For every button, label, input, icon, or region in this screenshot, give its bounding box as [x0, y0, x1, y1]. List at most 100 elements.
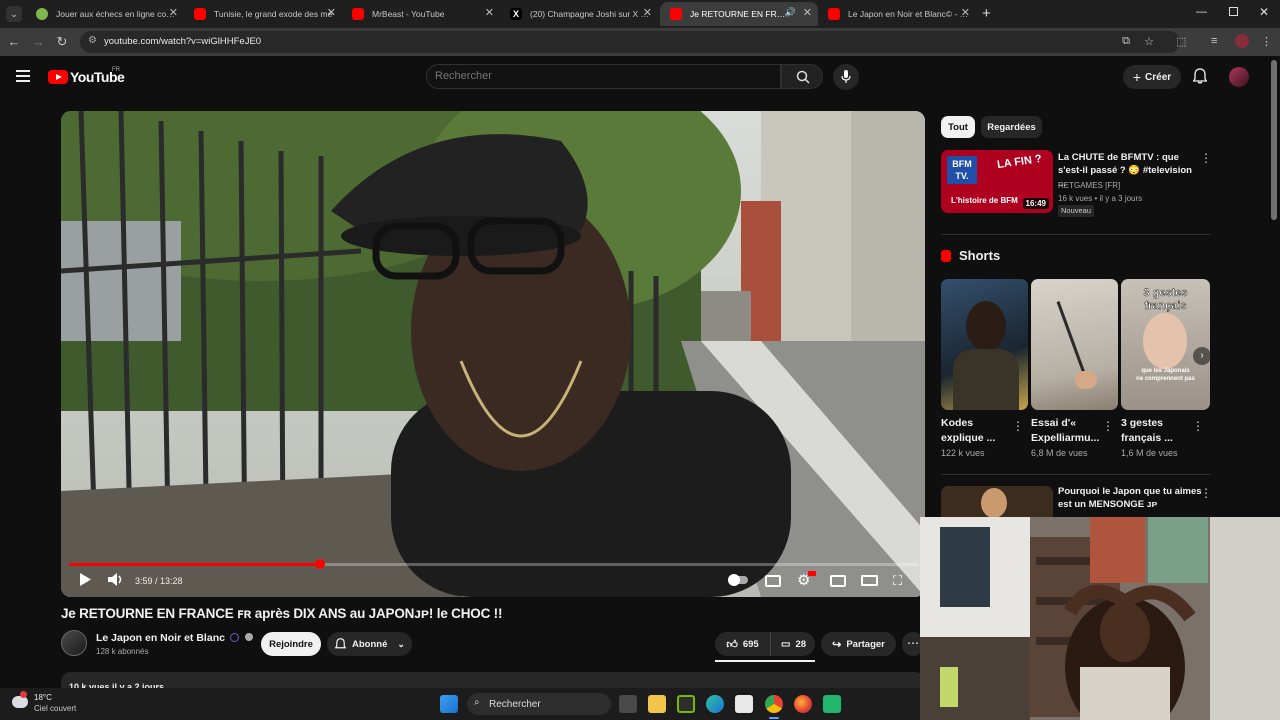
address-bar[interactable]: ⚙ youtube.com/watch?v=wiGlHHFeJE0 ⧉ ☆	[80, 31, 1180, 53]
autoplay-toggle[interactable]	[728, 574, 748, 586]
short-person	[966, 301, 1006, 351]
short-thumbnail[interactable]	[941, 279, 1028, 410]
progress-scrubber[interactable]	[315, 559, 325, 569]
video-player[interactable]: 3:59 / 13:28 ⚙ ⛶	[61, 111, 925, 597]
short-title[interactable]: Kodes explique ...	[941, 416, 1011, 446]
channel-avatar[interactable]	[61, 630, 87, 656]
rec-channel[interactable]: RETGAMES [FR]	[1058, 180, 1120, 191]
windows-start-icon[interactable]	[440, 695, 458, 713]
browser-tab-bar: ⌄ Jouer aux échecs en ligne contr ✕ Tuni…	[0, 0, 1280, 28]
tab-search-button[interactable]: ⌄	[6, 6, 22, 22]
short-title[interactable]: Essai d'« Expelliarmu...	[1031, 416, 1101, 446]
chip-watched[interactable]: Regardées	[981, 116, 1042, 138]
subscribed-button[interactable]: Abonné ⌄	[327, 632, 412, 656]
tab-close-icon[interactable]: ✕	[961, 6, 970, 19]
tab-close-icon[interactable]: ✕	[485, 6, 494, 19]
short-title-line2: français ...	[1121, 432, 1173, 444]
channel-name-link[interactable]: Le Japon en Noir et Blanc	[96, 632, 253, 644]
site-info-icon[interactable]: ⚙	[88, 35, 97, 46]
volume-icon[interactable]	[108, 573, 124, 586]
search-input[interactable]	[427, 65, 780, 87]
tab-active-video[interactable]: Je RETOURNE EN FRANCE 🔊 ✕	[660, 2, 818, 26]
hamburger-menu-icon[interactable]	[16, 70, 30, 82]
edge-icon[interactable]	[706, 695, 724, 713]
tab-close-icon[interactable]: ✕	[327, 6, 336, 19]
bookmark-star-icon[interactable]: ☆	[1144, 35, 1154, 48]
short-thumbnail[interactable]	[1031, 279, 1118, 410]
comment-count-button[interactable]: ▭ 28	[772, 632, 815, 656]
tab-x-twitter[interactable]: X (20) Champagne Joshi sur X : "É ✕	[500, 2, 658, 26]
tab-close-icon[interactable]: ✕	[169, 6, 178, 19]
create-button[interactable]: + Créer	[1123, 65, 1181, 89]
youtube-favicon-icon	[352, 8, 364, 20]
hd-badge-icon	[808, 571, 816, 576]
chip-all[interactable]: Tout	[941, 116, 975, 138]
create-label: Créer	[1145, 71, 1172, 83]
tab-close-icon[interactable]: ✕	[643, 6, 652, 19]
reload-icon[interactable]: ↻	[54, 34, 70, 50]
youtube-header: YouTube FR + Créer	[0, 56, 1270, 100]
taskbar-search[interactable]: ⌕ Rechercher	[467, 693, 611, 715]
search-field[interactable]	[426, 64, 781, 89]
short-thumbnail[interactable]: 3 gestes français que les Japonais ne co…	[1121, 279, 1210, 410]
shorts-logo-icon	[941, 249, 951, 262]
minimize-icon[interactable]: —	[1196, 6, 1207, 18]
browser-menu-icon[interactable]: ⋮	[1261, 35, 1272, 48]
short-menu-icon[interactable]: ⋮	[1192, 419, 1204, 433]
profile-avatar[interactable]	[1235, 34, 1249, 48]
chrome-icon[interactable]	[765, 695, 783, 713]
app-icon[interactable]	[823, 695, 841, 713]
install-app-icon[interactable]: ⧉	[1122, 35, 1130, 48]
search-button[interactable]	[781, 64, 823, 89]
join-button[interactable]: Rejoindre	[261, 632, 321, 656]
play-icon[interactable]	[79, 573, 91, 586]
speaker-icon[interactable]: 🔊	[785, 7, 796, 18]
subtitles-icon[interactable]	[765, 575, 781, 587]
media-control-icon[interactable]: ≡	[1211, 35, 1217, 47]
tab-japon[interactable]: Le Japon en Noir et Blanc© - Yo ✕	[818, 2, 976, 26]
nvidia-icon[interactable]	[677, 695, 695, 713]
forward-icon[interactable]: →	[30, 34, 46, 50]
back-icon[interactable]: ←	[6, 34, 22, 50]
short-menu-icon[interactable]: ⋮	[1012, 419, 1024, 433]
like-button[interactable]: 👍︎ 695	[715, 632, 771, 656]
short-title-line2: Expelliarmu...	[1031, 432, 1100, 444]
tab-mrbeast[interactable]: MrBeast - YouTube ✕	[342, 2, 500, 26]
page-scrollbar[interactable]	[1271, 60, 1277, 220]
short-menu-icon[interactable]: ⋮	[1102, 419, 1114, 433]
channel-name: Le Japon en Noir et Blanc	[96, 632, 225, 644]
weather-icon[interactable]	[12, 691, 28, 708]
rec-menu-icon[interactable]: ⋮	[1200, 151, 1212, 165]
weather-temperature[interactable]: 18°C	[34, 693, 52, 702]
voice-search-button[interactable]	[833, 64, 859, 90]
store-icon[interactable]	[735, 695, 753, 713]
theater-mode-icon[interactable]	[861, 575, 878, 586]
miniplayer-icon[interactable]	[830, 575, 846, 587]
close-window-icon[interactable]: ✕	[1259, 5, 1269, 19]
tab-close-icon[interactable]: ✕	[803, 6, 812, 19]
new-tab-button[interactable]: +	[982, 5, 991, 22]
extensions-icon[interactable]: ⬚	[1176, 35, 1186, 48]
tab-chess[interactable]: Jouer aux échecs en ligne contr ✕	[26, 2, 184, 26]
rec-menu-icon[interactable]: ⋮	[1200, 486, 1212, 500]
notifications-bell-icon[interactable]	[1193, 68, 1207, 84]
youtube-logo-icon[interactable]	[48, 70, 68, 84]
rec-thumbnail[interactable]	[941, 486, 1053, 518]
weather-description[interactable]: Ciel couvert	[34, 704, 76, 713]
share-button[interactable]: ↪ Partager	[821, 632, 896, 656]
rec-thumbnail[interactable]: BFM TV. LA FIN ? L'histoire de BFM 16:49	[941, 150, 1053, 213]
account-avatar[interactable]	[1229, 67, 1249, 87]
rec-title[interactable]: Pourquoi le Japon que tu aimes est un ME…	[1058, 485, 1203, 511]
chrome-active-indicator	[769, 717, 779, 719]
restore-icon[interactable]	[1229, 7, 1238, 16]
task-view-icon[interactable]	[619, 695, 637, 713]
overlay-line4: ne comprennent pas	[1136, 376, 1195, 382]
tab-label: Tunisie, le grand exode des mé	[214, 9, 333, 19]
firefox-icon[interactable]	[794, 695, 812, 713]
progress-bar[interactable]	[69, 559, 917, 569]
short-title[interactable]: 3 gestes français ...	[1121, 416, 1191, 446]
tab-tunisie[interactable]: Tunisie, le grand exode des mé ✕	[184, 2, 342, 26]
shorts-next-icon[interactable]: ›	[1193, 347, 1210, 365]
file-explorer-icon[interactable]	[648, 695, 666, 713]
fullscreen-icon[interactable]: ⛶	[893, 573, 902, 589]
